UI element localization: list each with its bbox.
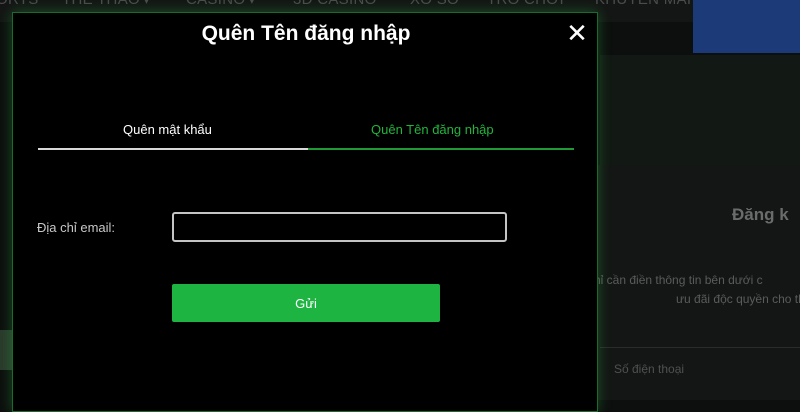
email-label: Địa chỉ email: [37,220,116,235]
tab-forgot-password[interactable]: Quên mật khẩu [123,122,212,137]
tab-forgot-username[interactable]: Quên Tên đăng nhập [371,122,494,137]
nav-item-khuyen-mai[interactable]: KHUYẾN MÃI [595,0,691,8]
email-input[interactable] [172,212,507,242]
divider [600,347,800,348]
chevron-down-icon: ▾ [249,0,255,7]
nav-item-tro-choi[interactable]: TRÒ CHƠI [487,0,564,8]
register-text-line-2: ưu đãi độc quyền cho th [676,292,800,306]
background-decoration [0,330,12,370]
tab-underline-active [308,148,574,150]
phone-field[interactable]: Số điện thoại [614,362,684,376]
nav-item-casino[interactable]: CASINO▾ [186,0,255,8]
nav-item-the-thao[interactable]: THỂ THAO▾ [62,0,149,8]
hero-strip [600,55,800,165]
close-button[interactable]: ✕ [565,19,589,47]
header-banner [693,0,800,53]
register-title: Đăng k [732,205,789,224]
tab-underline [38,148,308,150]
close-icon: ✕ [566,18,588,48]
nav-item-sports[interactable]: ORTS [0,0,39,8]
register-text-line-1: hỉ cần điền thông tin bên dưới c [594,273,763,287]
submit-button[interactable]: Gửi [172,284,440,322]
modal-title: Quên Tên đăng nhập [201,22,411,45]
chevron-down-icon: ▾ [143,0,150,7]
nav-item-3d-casino[interactable]: 3D CASINO [293,0,377,8]
nav-item-xo-so[interactable]: XỔ SỐ [410,0,459,8]
forgot-username-modal: Quên Tên đăng nhập ✕ Quên mật khẩu Quên … [12,12,598,412]
